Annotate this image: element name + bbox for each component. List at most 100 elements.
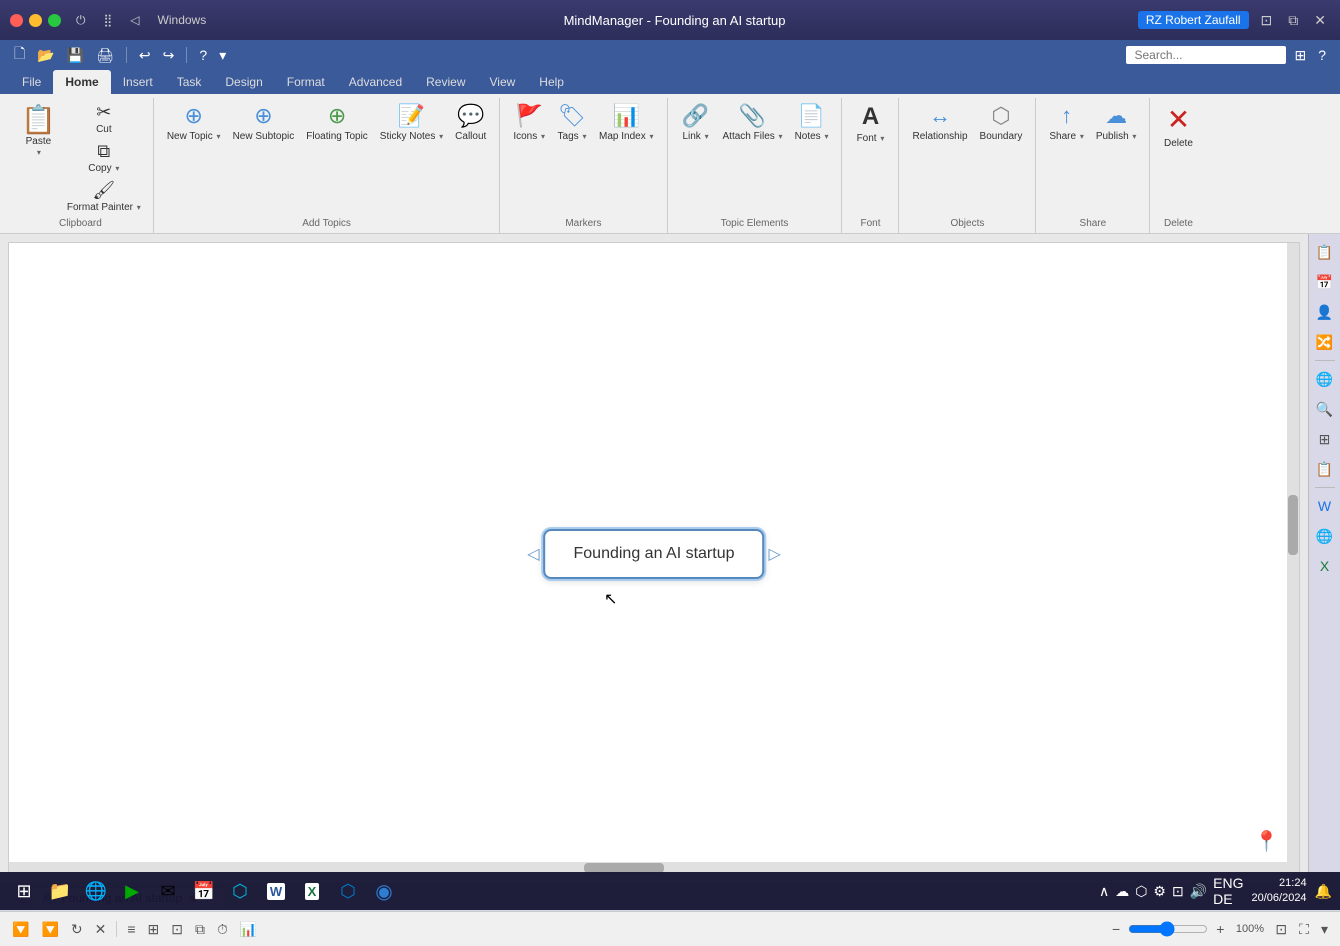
- attach-files-button[interactable]: 📎 Attach Files ▾: [718, 100, 788, 146]
- geo-marker-icon[interactable]: 📍: [1254, 829, 1279, 854]
- clock-status-btn[interactable]: ⏱: [213, 919, 232, 940]
- filter-btn2[interactable]: 🔽: [37, 919, 62, 940]
- relationship-button[interactable]: ↔ Relationship: [907, 100, 972, 146]
- sidebar-btn-search[interactable]: 🔍: [1311, 395, 1339, 423]
- zoom-slider[interactable]: [1128, 921, 1208, 937]
- user-button[interactable]: RZ Robert Zaufall: [1138, 11, 1249, 29]
- zoom-out-btn[interactable]: −: [1108, 919, 1124, 939]
- tab-format[interactable]: Format: [275, 70, 337, 94]
- map-index-button[interactable]: 📊 Map Index ▾: [594, 100, 659, 146]
- sidebar-btn-doc[interactable]: 📋: [1311, 455, 1339, 483]
- filter-btn[interactable]: 🔽: [8, 919, 33, 940]
- tray-network-icon[interactable]: ⊡: [1172, 883, 1184, 900]
- sidebar-btn-grid[interactable]: ⊞: [1311, 425, 1339, 453]
- sidebar-btn-globe2[interactable]: 🌐: [1311, 522, 1339, 550]
- tab-help[interactable]: Help: [527, 70, 576, 94]
- taskbar-terminal[interactable]: ▶: [116, 875, 148, 907]
- print-qat-button[interactable]: 🖨: [92, 45, 118, 66]
- format-painter-button[interactable]: 🖌 Format Painter ▾: [63, 178, 145, 216]
- taskbar-clock[interactable]: 21:24 20/06/2024: [1252, 876, 1307, 907]
- filter-status-btn[interactable]: ⧉: [191, 919, 209, 940]
- tab-design[interactable]: Design: [213, 70, 274, 94]
- taskbar-calendar[interactable]: 📅: [188, 875, 220, 907]
- zoom-in-btn[interactable]: +: [1212, 919, 1228, 939]
- taskbar-chrome[interactable]: 🌐: [80, 875, 112, 907]
- central-topic[interactable]: Founding an AI startup: [544, 529, 765, 579]
- notification-icon[interactable]: 🔔: [1315, 883, 1332, 900]
- undo-qat-button[interactable]: ↩: [135, 45, 155, 66]
- redo-qat-button[interactable]: ↪: [159, 45, 179, 66]
- qat-more-button[interactable]: ▾: [215, 45, 230, 66]
- sidebar-btn-flow[interactable]: 🔀: [1311, 328, 1339, 356]
- link-button[interactable]: 🔗 Link ▾: [676, 100, 716, 146]
- start-button[interactable]: ⊞: [8, 875, 40, 907]
- paste-button[interactable]: 📋 Paste ▾: [16, 100, 61, 160]
- delete-button[interactable]: ✕ Delete: [1158, 100, 1198, 153]
- taskbar-mindmanager[interactable]: ◉: [368, 875, 400, 907]
- minimize-button[interactable]: [29, 14, 42, 27]
- taskbar-vscode[interactable]: ⬡: [332, 875, 364, 907]
- font-button[interactable]: A Font ▾: [850, 100, 890, 148]
- grid-status-btn[interactable]: ⊞: [144, 919, 164, 940]
- share-button[interactable]: ↑ Share ▾: [1044, 100, 1088, 146]
- sidebar-toggle-icon[interactable]: ⣿: [99, 11, 118, 30]
- tags-button[interactable]: 🏷 Tags ▾: [552, 100, 592, 146]
- settings-status-btn[interactable]: ▾: [1317, 919, 1332, 940]
- topic-left-arrow[interactable]: ◁: [523, 540, 543, 568]
- taskbar-word[interactable]: W: [260, 875, 292, 907]
- tray-settings-icon[interactable]: ⚙: [1153, 883, 1166, 900]
- tray-expand-icon[interactable]: ∧: [1099, 883, 1109, 900]
- sidebar-btn-user[interactable]: 👤: [1311, 298, 1339, 326]
- fullscreen-btn[interactable]: ⛶: [1295, 919, 1313, 940]
- help-qat-icon[interactable]: ?: [1314, 45, 1330, 65]
- search-input[interactable]: [1126, 46, 1286, 64]
- grid-view-icon[interactable]: ⊞: [1290, 45, 1310, 66]
- new-qat-button[interactable]: 🗋: [10, 41, 29, 69]
- notes-button[interactable]: 📄 Notes ▾: [790, 100, 834, 146]
- maximize-button[interactable]: [48, 14, 61, 27]
- window-close-icon[interactable]: ✕: [1310, 10, 1330, 31]
- icons-button[interactable]: 🚩 Icons ▾: [508, 100, 550, 146]
- floating-topic-button[interactable]: ⊕ Floating Topic: [301, 100, 373, 146]
- taskbar-excel[interactable]: X: [296, 875, 328, 907]
- sticky-notes-button[interactable]: 📝 Sticky Notes ▾: [375, 100, 448, 146]
- copy-button[interactable]: ⧉ Copy ▾: [63, 139, 145, 177]
- cut-button[interactable]: ✂ Cut: [63, 100, 145, 138]
- list-view-btn[interactable]: ≡: [123, 919, 139, 939]
- new-subtopic-button[interactable]: ⊕ New Subtopic: [228, 100, 300, 146]
- canvas[interactable]: ◁ Founding an AI startup ▷ ↖ 📍: [8, 242, 1300, 875]
- tab-task[interactable]: Task: [165, 70, 214, 94]
- chart-status-btn[interactable]: 📊: [236, 919, 261, 940]
- close-status-btn[interactable]: ✕: [91, 919, 111, 940]
- layout-icon[interactable]: ⊡: [1257, 10, 1277, 31]
- sidebar-btn-clipboard[interactable]: 📋: [1311, 238, 1339, 266]
- tab-file[interactable]: File: [10, 70, 53, 94]
- tab-review[interactable]: Review: [414, 70, 477, 94]
- tab-advanced[interactable]: Advanced: [337, 70, 414, 94]
- sidebar-btn-excel[interactable]: X: [1311, 552, 1339, 580]
- tab-insert[interactable]: Insert: [111, 70, 165, 94]
- taskbar-app1[interactable]: ⬡: [224, 875, 256, 907]
- close-button[interactable]: [10, 14, 23, 27]
- tray-onedrive-icon[interactable]: ☁: [1115, 883, 1129, 900]
- rotate-btn[interactable]: ↻: [67, 919, 87, 940]
- vertical-scrollbar[interactable]: [1287, 243, 1299, 874]
- new-topic-button[interactable]: ⊕ New Topic ▾: [162, 100, 226, 146]
- open-qat-button[interactable]: 📂: [33, 45, 58, 66]
- taskbar-mail[interactable]: ✉: [152, 875, 184, 907]
- language-label[interactable]: ENGDE: [1213, 875, 1243, 907]
- taskbar-explorer[interactable]: 📁: [44, 875, 76, 907]
- callout-button[interactable]: 💬 Callout: [450, 100, 491, 146]
- fit-page-btn[interactable]: ⊡: [1271, 919, 1291, 940]
- tray-app-icon[interactable]: ⬡: [1135, 883, 1147, 900]
- sidebar-btn-globe[interactable]: 🌐: [1311, 365, 1339, 393]
- help-qat-button[interactable]: ?: [195, 45, 211, 65]
- tab-view[interactable]: View: [478, 70, 528, 94]
- boundary-button[interactable]: ⬡ Boundary: [975, 100, 1028, 146]
- topic-right-arrow[interactable]: ▷: [765, 540, 785, 568]
- sidebar-btn-calendar[interactable]: 📅: [1311, 268, 1339, 296]
- sidebar-btn-word[interactable]: W: [1311, 492, 1339, 520]
- tray-volume-icon[interactable]: 🔊: [1190, 883, 1207, 900]
- tab-home[interactable]: Home: [53, 70, 110, 94]
- save-qat-button[interactable]: 💾: [63, 45, 88, 66]
